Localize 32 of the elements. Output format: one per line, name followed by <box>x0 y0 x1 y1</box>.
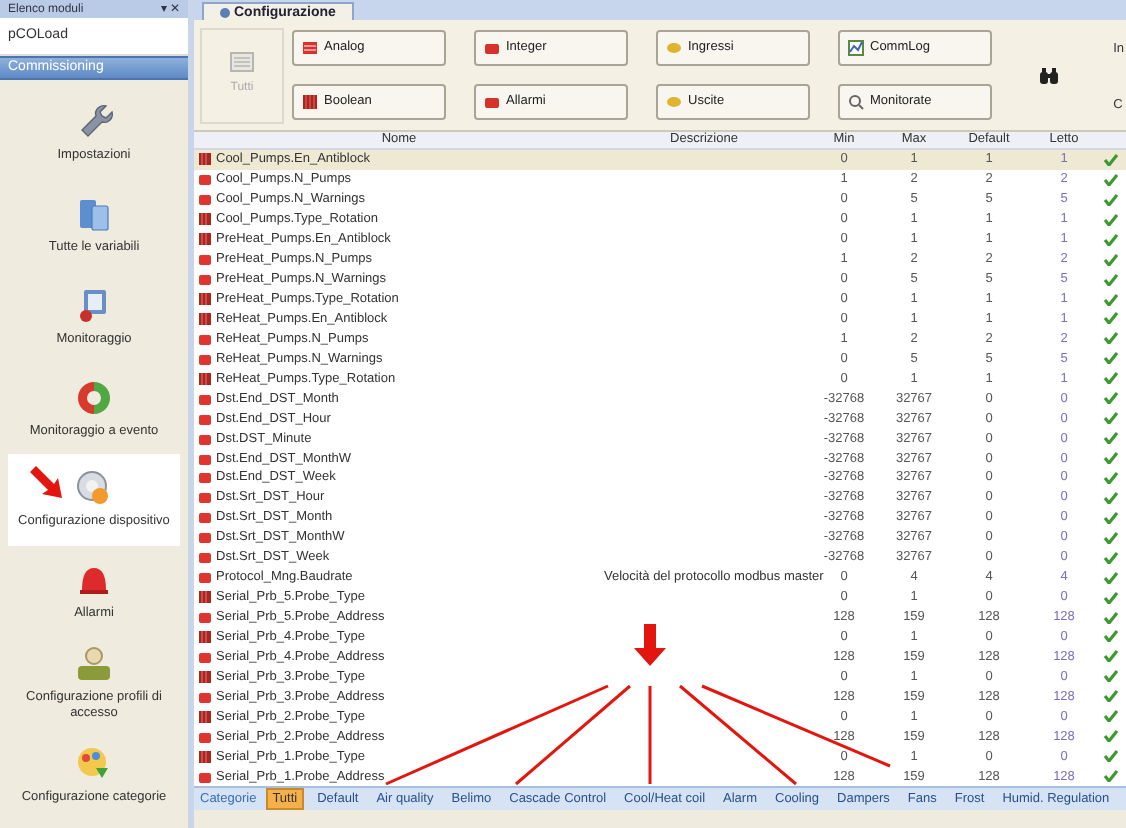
tab-icon <box>220 7 230 17</box>
cycle-icon <box>72 377 116 418</box>
grid-icon <box>198 629 212 644</box>
grid-icon <box>198 371 212 386</box>
arrow-icon <box>634 624 666 666</box>
grid-icon <box>198 232 212 247</box>
list-icon <box>230 52 254 72</box>
grid-icon <box>198 311 212 326</box>
table-icon <box>302 40 318 56</box>
block-icon <box>198 769 212 784</box>
grid-icon <box>198 292 212 307</box>
grid-icon <box>198 749 212 764</box>
grid-icon <box>302 94 318 110</box>
user-icon <box>72 643 116 684</box>
block-icon <box>198 610 212 625</box>
block-icon <box>198 689 212 704</box>
leader-line <box>648 686 652 784</box>
block-icon <box>198 729 212 744</box>
search-icon <box>848 94 864 110</box>
grid-icon <box>198 709 212 724</box>
block-icon <box>484 94 500 110</box>
coin-icon <box>666 40 682 56</box>
grid-icon <box>198 669 212 684</box>
block-icon <box>484 40 500 56</box>
grid-icon <box>198 590 212 605</box>
grid-icon <box>198 212 212 227</box>
arrow-icon <box>30 466 62 498</box>
binoculars-icon[interactable] <box>1040 67 1058 83</box>
coin-icon <box>666 94 682 110</box>
grid-icon <box>198 152 212 167</box>
block-icon <box>198 649 212 664</box>
chart-icon <box>848 40 864 56</box>
